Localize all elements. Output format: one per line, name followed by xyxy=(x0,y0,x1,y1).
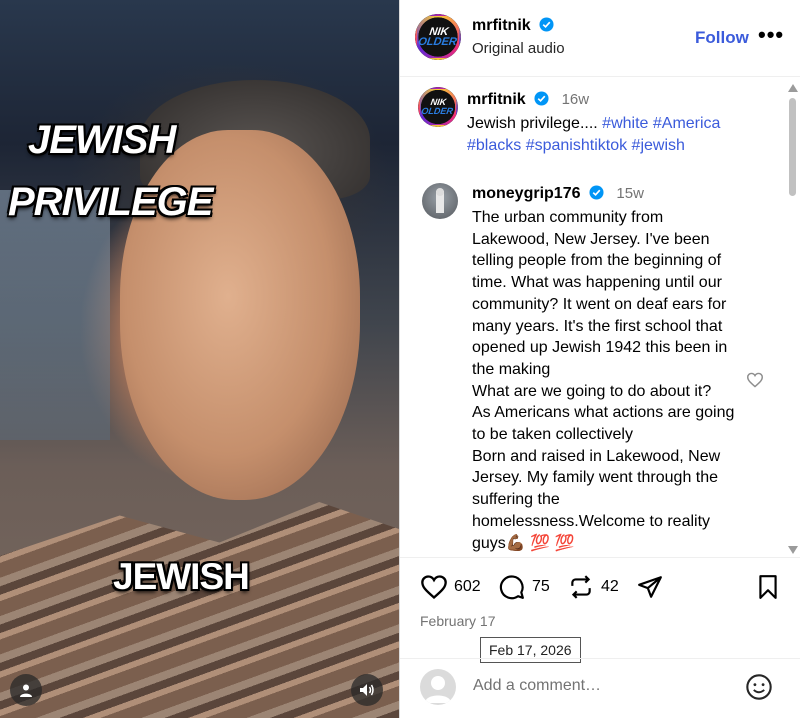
comment-count: 75 xyxy=(532,578,550,595)
post-actions-bar: 602 75 42 February 17 xyxy=(400,557,800,648)
heart-icon xyxy=(421,575,447,600)
comment-bubble-icon xyxy=(499,575,524,600)
video-caption-top-2: PRIVILEGE xyxy=(8,180,213,224)
tagged-users-button[interactable] xyxy=(10,674,42,706)
hashtag[interactable]: #jewish xyxy=(632,137,685,154)
user-icon xyxy=(20,684,32,697)
car-window xyxy=(0,190,110,440)
verified-badge-icon xyxy=(539,17,554,32)
verified-badge-icon xyxy=(534,91,549,106)
video-caption-top-1: JEWISH xyxy=(28,118,176,162)
current-user-avatar[interactable] xyxy=(420,669,456,705)
scroll-down-arrow-icon[interactable] xyxy=(788,546,798,554)
hashtag[interactable]: #white xyxy=(602,115,648,132)
save-button[interactable] xyxy=(756,574,780,600)
comment-age: 15w xyxy=(616,185,644,202)
more-options-button[interactable]: ••• xyxy=(758,22,784,48)
share-button[interactable] xyxy=(636,574,664,600)
person-silhouette-icon xyxy=(436,188,444,213)
caption-age: 16w xyxy=(561,91,590,108)
default-avatar-icon xyxy=(425,676,451,703)
video-player[interactable]: JEWISH PRIVILEGE JEWISH xyxy=(0,0,399,718)
paper-plane-icon xyxy=(638,576,662,598)
audio-toggle-button[interactable] xyxy=(351,674,383,706)
author-username[interactable]: mrfitnik xyxy=(472,17,531,34)
post-header: NIK OLDER mrfitnik Original audio Follow … xyxy=(400,0,800,77)
commenter-username[interactable]: moneygrip176 xyxy=(472,185,580,202)
scrollbar-thumb[interactable] xyxy=(789,98,796,196)
comment-text: The urban community from Lakewood, New J… xyxy=(472,209,735,552)
follow-button[interactable]: Follow xyxy=(695,28,749,48)
like-count: 602 xyxy=(454,578,481,595)
caption-author-avatar[interactable]: NIK OLDER xyxy=(418,87,458,127)
like-button[interactable]: 602 xyxy=(420,574,481,600)
add-comment-input[interactable]: Add a comment… xyxy=(473,677,601,695)
hashtag[interactable]: #blacks xyxy=(467,137,521,154)
add-comment-bar: Add a comment… xyxy=(400,658,800,719)
brand-logo: NIK OLDER xyxy=(420,97,454,116)
speaker-icon xyxy=(360,684,374,696)
comments-list[interactable]: NIK OLDER mrfitnik 16w Jewish privilege..… xyxy=(400,77,786,557)
comment-like-heart-icon[interactable] xyxy=(746,372,764,388)
post-caption: Jewish privilege.... #white #America #bla… xyxy=(467,115,721,154)
comment-button[interactable]: 75 xyxy=(498,574,550,600)
repost-icon xyxy=(571,575,591,599)
post-side-panel: NIK OLDER mrfitnik Original audio Follow … xyxy=(399,0,800,718)
brand-logo: NIK OLDER xyxy=(417,26,458,48)
bookmark-icon xyxy=(759,575,777,599)
hashtag[interactable]: #spanishtiktok xyxy=(526,137,627,154)
caption-username[interactable]: mrfitnik xyxy=(467,91,526,108)
verified-badge-icon xyxy=(589,185,604,200)
comments-scrollbar[interactable] xyxy=(784,80,800,558)
author-avatar[interactable]: NIK OLDER xyxy=(415,14,461,60)
commenter-avatar[interactable] xyxy=(422,183,458,219)
emoji-icon[interactable] xyxy=(745,673,773,701)
hashtag[interactable]: #America xyxy=(653,115,721,132)
video-caption-bottom: JEWISH xyxy=(113,556,250,597)
original-audio-link[interactable]: Original audio xyxy=(472,40,565,57)
repost-button[interactable]: 42 xyxy=(567,574,619,600)
scroll-up-arrow-icon[interactable] xyxy=(788,84,798,92)
repost-count: 42 xyxy=(601,578,619,595)
post-date[interactable]: February 17 xyxy=(420,613,495,629)
